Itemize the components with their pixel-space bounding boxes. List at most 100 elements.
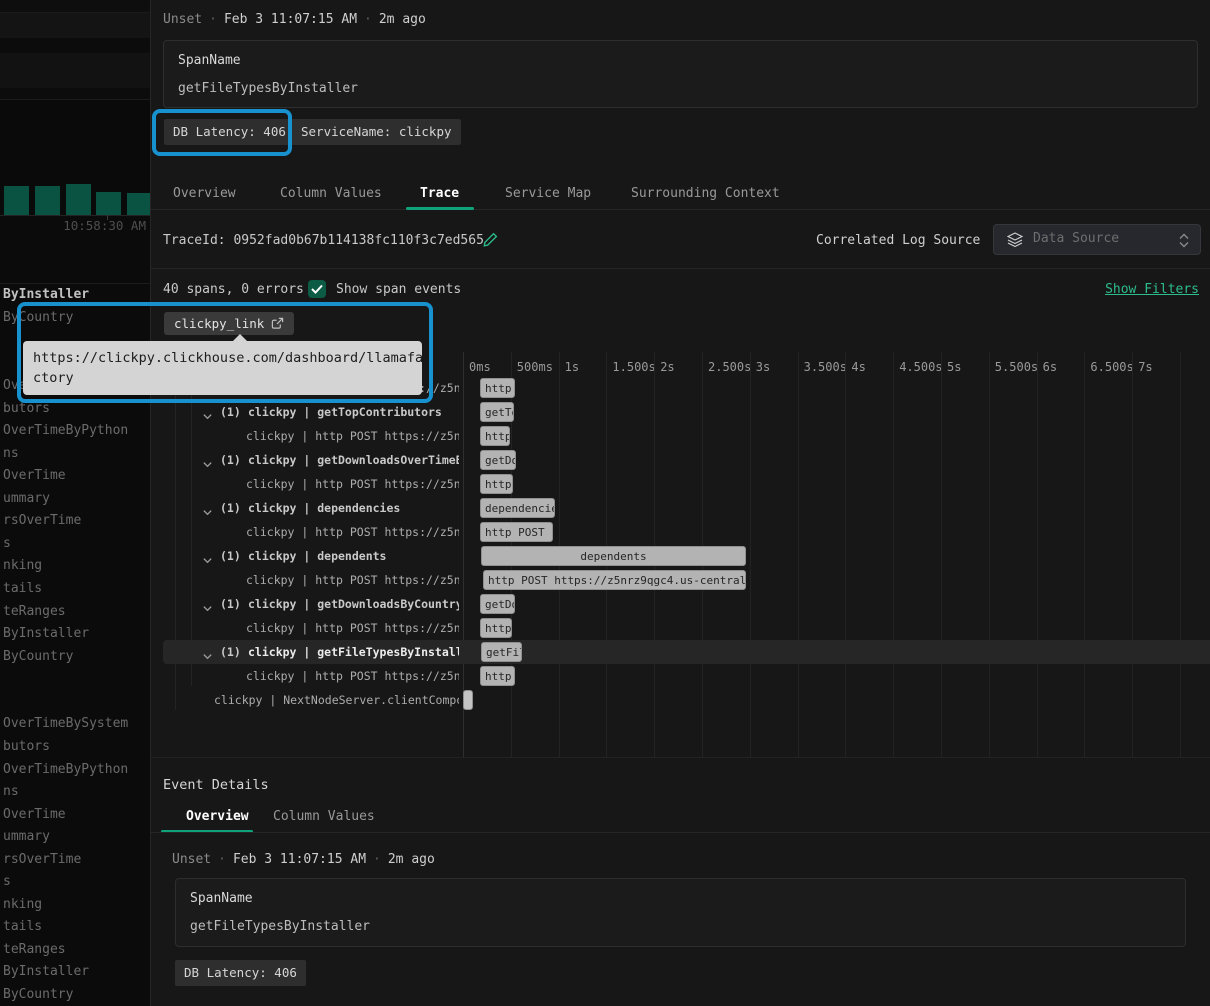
background-row — [0, 88, 150, 99]
sidebar-item[interactable]: ummary — [3, 829, 50, 844]
histogram-bar — [4, 186, 29, 215]
status-badge: Unset — [172, 852, 211, 867]
sidebar-item[interactable]: rsOverTime — [3, 852, 81, 867]
sidebar-item[interactable]: ByCountry — [3, 310, 73, 325]
sidebar-item[interactable]: ByInstaller — [3, 287, 89, 302]
span-row[interactable]: (1)clickpy | getFileTypesByInstallergetF… — [150, 640, 1210, 664]
sidebar-item[interactable]: OverTimeByPython — [3, 423, 128, 438]
span-duration-bar[interactable] — [463, 690, 473, 710]
edit-pencil-icon[interactable] — [483, 232, 499, 248]
tab-overview[interactable]: Overview — [173, 186, 236, 201]
sidebar-item[interactable]: butors — [3, 739, 50, 754]
background-page-strip: 10:58:30 AM ByInstallerByCountryOvebutor… — [0, 0, 150, 1006]
span-duration-bar[interactable]: http POST https://z5nrz9qgc4.us-central1 — [480, 522, 553, 542]
span-row[interactable]: clickpy | NextNodeServer.clientCompone — [150, 688, 1210, 712]
sidebar-item[interactable]: ns — [3, 446, 19, 461]
sidebar-item[interactable]: teRanges — [3, 604, 66, 619]
sidebar-item[interactable]: ByCountry — [3, 649, 73, 664]
sidebar-item[interactable]: s — [3, 536, 11, 551]
sidebar-item[interactable]: ByCountry — [3, 987, 73, 1002]
sidebar-item[interactable]: ByInstaller — [3, 964, 89, 979]
db-latency-badge[interactable]: DB Latency: 406 — [175, 960, 306, 986]
tab-surrounding-context[interactable]: Surrounding Context — [631, 186, 780, 201]
divider — [0, 283, 150, 284]
span-duration-bar[interactable]: http POST https://z5nrz9qgc4.us-central1 — [480, 474, 513, 494]
span-label: clickpy | http POST https://z5nrz9qgc4.u… — [246, 573, 459, 587]
divider — [150, 757, 1210, 758]
db-latency-badge[interactable]: DB Latency: 406 — [164, 119, 295, 145]
event-details-tab-column-values[interactable]: Column Values — [273, 809, 375, 824]
span-row[interactable]: (1)clickpy | dependenciesdependencies — [150, 496, 1210, 520]
span-row[interactable]: (1)clickpy | getDownloadsByCountrygetDow… — [150, 592, 1210, 616]
span-duration-bar[interactable]: http POST https://z5nrz9qgc4.us-central1 — [480, 666, 515, 686]
background-row — [0, 0, 150, 12]
span-duration-bar[interactable]: getTopContributors — [480, 402, 514, 422]
sidebar-item[interactable]: rsOverTime — [3, 513, 81, 528]
layers-icon — [1007, 232, 1023, 248]
span-child-count: (1) — [220, 645, 241, 659]
chevron-down-icon[interactable] — [202, 551, 213, 568]
span-row[interactable]: clickpy | http POST https://z5nrz9qgc4.u… — [150, 520, 1210, 544]
span-tree-cell: clickpy | http POST https://z5nrz9qgc4.u… — [150, 424, 459, 448]
span-row[interactable]: clickpy | http POST https://z5nrz9qgc4.u… — [150, 472, 1210, 496]
span-row[interactable]: clickpy | http POST https://z5nrz9qgc4.u… — [150, 664, 1210, 688]
span-duration-bar[interactable]: http POST https://z5nrz9qgc4.us-central1 — [480, 378, 515, 398]
chevron-up-down-icon — [1178, 233, 1190, 248]
span-label: clickpy | http POST https://z5nrz9qgc4.u… — [246, 525, 459, 539]
event-header-line: Unset·Feb 3 11:07:15 AM·2m ago — [163, 12, 426, 27]
chevron-down-icon[interactable] — [202, 455, 213, 472]
separator: · — [357, 12, 379, 27]
tab-trace[interactable]: Trace — [420, 186, 459, 201]
sidebar-item[interactable]: tails — [3, 919, 42, 934]
correlated-log-source-label: Correlated Log Source — [816, 233, 980, 248]
span-duration-bar[interactable]: getDownloadsByCountry — [480, 594, 515, 614]
show-filters-link[interactable]: Show Filters — [1105, 282, 1199, 297]
relative-time: 2m ago — [388, 852, 435, 867]
clickpy-link-chip[interactable]: clickpy_link — [164, 312, 294, 335]
chevron-down-icon[interactable] — [202, 599, 213, 616]
span-duration-bar[interactable]: dependents — [481, 546, 746, 566]
span-duration-bar[interactable]: getDownloadsOverTimeBySystem — [480, 450, 516, 470]
show-span-events-label[interactable]: Show span events — [336, 282, 461, 297]
span-row[interactable]: (1)clickpy | dependentsdependents — [150, 544, 1210, 568]
sidebar-item[interactable]: OverTimeByPython — [3, 762, 128, 777]
data-source-select[interactable]: Data Source — [993, 224, 1201, 255]
sidebar-item[interactable]: butors — [3, 401, 50, 416]
span-duration-bar[interactable]: http POST https://z5nrz9qgc4.us-central1 — [483, 570, 746, 590]
span-row[interactable]: clickpy | http POST https://z5nrz9qgc4.u… — [150, 424, 1210, 448]
span-duration-bar[interactable]: getFileTypesByInstaller — [481, 642, 522, 662]
tab-column-values[interactable]: Column Values — [280, 186, 382, 201]
separator: · — [202, 12, 224, 27]
span-duration-bar[interactable]: dependencies — [480, 498, 555, 518]
sidebar-item[interactable]: ummary — [3, 491, 50, 506]
tab-service-map[interactable]: Service Map — [505, 186, 591, 201]
span-name-panel: SpanName getFileTypesByInstaller — [175, 878, 1186, 947]
sidebar-item[interactable]: ns — [3, 784, 19, 799]
event-details-tab-overview[interactable]: Overview — [186, 809, 249, 824]
show-span-events-checkbox[interactable] — [308, 280, 326, 298]
sidebar-item[interactable]: tails — [3, 581, 42, 596]
sidebar-item[interactable]: s — [3, 874, 11, 889]
histogram-axis-line — [0, 215, 150, 216]
chevron-down-icon[interactable] — [202, 647, 213, 664]
span-row[interactable]: clickpy | http POST https://z5nrz9qgc4.u… — [150, 568, 1210, 592]
span-duration-bar[interactable]: http POST https://z5nrz9qgc4.us-central1 — [480, 618, 512, 638]
sidebar-item[interactable]: ByInstaller — [3, 626, 89, 641]
span-duration-bar[interactable]: http POST https://z5nrz9qgc4.us-central1 — [480, 426, 510, 446]
span-row[interactable]: (1)clickpy | getDownloadsOverTimeBySyste… — [150, 448, 1210, 472]
span-tree-cell: clickpy | http POST https://z5nrz9qgc4.u… — [150, 664, 459, 688]
sidebar-item[interactable]: nking — [3, 897, 42, 912]
chevron-down-icon[interactable] — [202, 503, 213, 520]
sidebar-item[interactable]: teRanges — [3, 942, 66, 957]
span-row[interactable]: clickpy | http POST https://z5nrz9qgc4.u… — [150, 616, 1210, 640]
span-tree-cell: clickpy | http POST https://z5nrz9qgc4.u… — [150, 616, 459, 640]
sidebar-item[interactable]: OverTime — [3, 468, 66, 483]
span-row[interactable]: (1)clickpy | getTopContributorsgetTopCon… — [150, 400, 1210, 424]
chevron-down-icon[interactable] — [202, 407, 213, 424]
sidebar-item[interactable]: nking — [3, 558, 42, 573]
event-details-title: Event Details — [163, 777, 269, 793]
service-name-badge[interactable]: ServiceName: clickpy — [292, 119, 461, 145]
span-tree-cell: clickpy | NextNodeServer.clientCompone — [150, 688, 459, 712]
sidebar-item[interactable]: OverTimeBySystem — [3, 716, 128, 731]
sidebar-item[interactable]: OverTime — [3, 807, 66, 822]
